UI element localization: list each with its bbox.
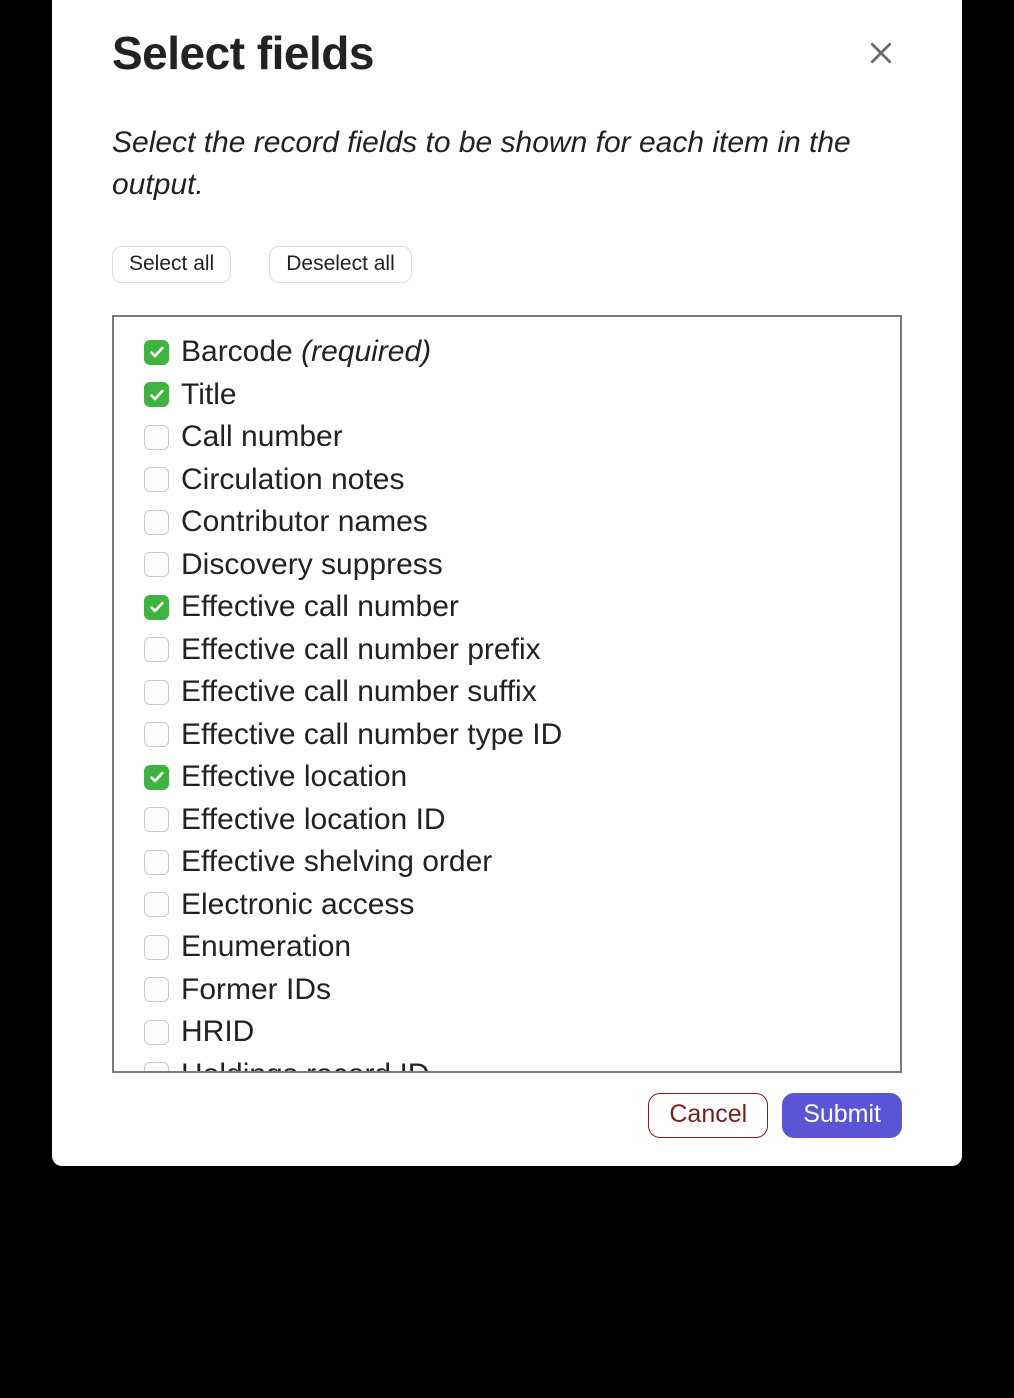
field-row: Contributor names [144, 501, 870, 544]
dialog-footer: Cancel Submit [112, 1093, 902, 1138]
close-icon [866, 38, 896, 68]
field-checkbox[interactable] [144, 1020, 169, 1045]
field-row: Effective location ID [144, 799, 870, 842]
close-button[interactable] [860, 32, 902, 74]
field-label: Electronic access [181, 885, 414, 926]
field-row: Discovery suppress [144, 544, 870, 587]
field-checkbox[interactable] [144, 382, 169, 407]
dialog-title: Select fields [112, 26, 374, 80]
field-row: Holdings record ID [144, 1054, 870, 1074]
field-label: Title [181, 375, 237, 416]
field-label: Effective location ID [181, 800, 446, 841]
field-checkbox[interactable] [144, 680, 169, 705]
field-label: Effective shelving order [181, 842, 492, 883]
field-checkbox[interactable] [144, 552, 169, 577]
field-row: Effective location [144, 756, 870, 799]
field-checkbox[interactable] [144, 1062, 169, 1073]
deselect-all-button[interactable]: Deselect all [269, 246, 412, 283]
field-label: Effective call number prefix [181, 630, 541, 671]
field-label: Effective call number [181, 587, 459, 628]
field-checkbox[interactable] [144, 892, 169, 917]
select-fields-dialog: Select fields Select the record fields t… [52, 0, 962, 1166]
field-checkbox[interactable] [144, 765, 169, 790]
field-checkbox[interactable] [144, 935, 169, 960]
required-note: (required) [301, 335, 431, 368]
field-checkbox[interactable] [144, 722, 169, 747]
submit-button[interactable]: Submit [782, 1093, 902, 1138]
field-checkbox[interactable] [144, 807, 169, 832]
field-row: Title [144, 374, 870, 417]
cancel-button[interactable]: Cancel [648, 1093, 768, 1138]
field-row: Effective call number prefix [144, 629, 870, 672]
field-row: Electronic access [144, 884, 870, 927]
field-checkbox[interactable] [144, 637, 169, 662]
field-label: Enumeration [181, 927, 351, 968]
field-checkbox[interactable] [144, 595, 169, 620]
field-label: Holdings record ID [181, 1055, 429, 1074]
field-label: Circulation notes [181, 460, 404, 501]
field-row: Former IDs [144, 969, 870, 1012]
field-row: Effective call number type ID [144, 714, 870, 757]
field-checkbox[interactable] [144, 977, 169, 1002]
field-checkbox[interactable] [144, 340, 169, 365]
field-label: Call number [181, 417, 343, 458]
dialog-header: Select fields [112, 26, 902, 80]
field-checkbox[interactable] [144, 850, 169, 875]
select-all-button[interactable]: Select all [112, 246, 231, 283]
field-row: HRID [144, 1011, 870, 1054]
field-checkbox[interactable] [144, 510, 169, 535]
field-row: Enumeration [144, 926, 870, 969]
field-row: Circulation notes [144, 459, 870, 502]
field-row: Call number [144, 416, 870, 459]
field-label: Effective call number suffix [181, 672, 537, 713]
field-row: Effective shelving order [144, 841, 870, 884]
field-label: Contributor names [181, 502, 428, 543]
selection-toolbar: Select all Deselect all [112, 246, 902, 283]
fields-list[interactable]: Barcode (required)TitleCall numberCircul… [112, 315, 902, 1073]
field-label: Former IDs [181, 970, 331, 1011]
field-label: Effective call number type ID [181, 715, 562, 756]
dialog-description: Select the record fields to be shown for… [112, 122, 902, 206]
field-row: Effective call number [144, 586, 870, 629]
field-label: HRID [181, 1012, 254, 1053]
field-label: Effective location [181, 757, 407, 798]
field-row: Effective call number suffix [144, 671, 870, 714]
field-checkbox[interactable] [144, 467, 169, 492]
field-checkbox[interactable] [144, 425, 169, 450]
field-label: Barcode (required) [181, 332, 431, 373]
field-row: Barcode (required) [144, 331, 870, 374]
field-label: Discovery suppress [181, 545, 443, 586]
